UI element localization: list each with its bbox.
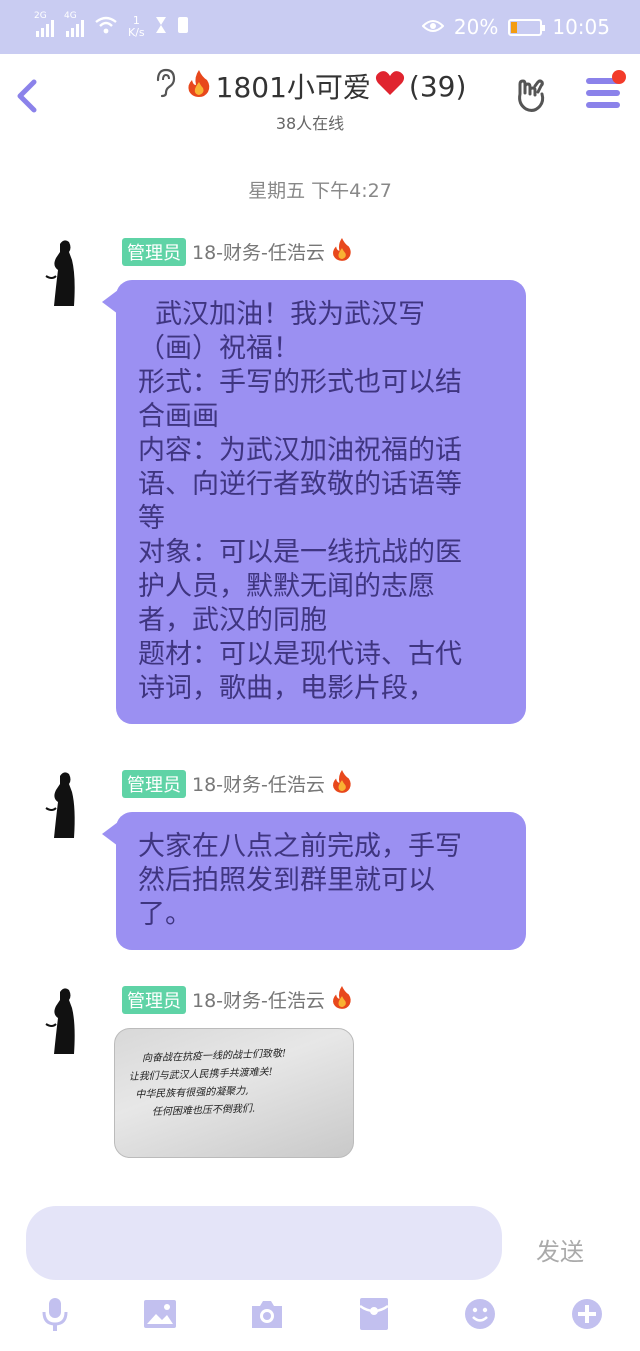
fire-icon: [331, 236, 353, 267]
admin-badge: 管理员: [122, 985, 186, 1014]
notification-dot: [612, 70, 626, 84]
message-bubble[interactable]: 大家在八点之前完成，手写 然后拍照发到群里就可以 了。: [102, 812, 526, 950]
send-button[interactable]: 发送: [536, 1232, 584, 1267]
group-name: 1801小可爱: [215, 71, 371, 104]
fire-icon: [331, 768, 353, 799]
eye-icon: [421, 15, 445, 39]
speed-unit: K/s: [128, 26, 145, 39]
network-type-label: 2G: [34, 11, 47, 21]
timestamp: 星期五 下午4:27: [248, 180, 392, 202]
network-speed: 1 K/s: [128, 15, 145, 39]
chat-header: 1801小可爱 (39) 38人在线: [0, 54, 640, 138]
heart-icon: [375, 69, 405, 104]
redpacket-icon: [359, 1298, 389, 1330]
member-count: (39): [408, 69, 467, 103]
fire-icon: [331, 984, 353, 1015]
sender-name[interactable]: 18-财务-任浩云: [192, 986, 325, 1013]
plus-icon: [572, 1299, 602, 1329]
wifi-icon: [94, 15, 118, 40]
mic-icon: [42, 1298, 68, 1331]
admin-badge: 管理员: [122, 769, 186, 798]
emoji-button[interactable]: [463, 1296, 497, 1332]
back-button[interactable]: [10, 76, 44, 116]
message-bubble[interactable]: 武汉加油！我为武汉写 （画）祝福！ 形式：手写的形式也可以结 合画画 内容：为武…: [102, 280, 526, 724]
sender-info: 管理员 18-财务-任浩云: [122, 768, 353, 799]
chat-title[interactable]: 1801小可爱 (39) 38人在线: [110, 66, 510, 134]
gesture-button[interactable]: [512, 76, 552, 116]
status-right: 20% 10:05: [421, 15, 610, 39]
sender-info: 管理员 18-财务-任浩云: [122, 984, 353, 1015]
status-bar: 2G 4G 1 K/s 20% 10:05: [0, 0, 640, 54]
sender-info: 管理员 18-财务-任浩云: [122, 236, 353, 267]
back-icon: [17, 79, 37, 113]
handwriting-photo[interactable]: 向奋战在抗疫一线的战士们致敬! 让我们与武汉人民携手共渡难关! 中华民族有很强的…: [114, 1028, 354, 1158]
sender-name[interactable]: 18-财务-任浩云: [192, 238, 325, 265]
admin-badge: 管理员: [122, 237, 186, 266]
redpacket-button[interactable]: [357, 1296, 391, 1332]
camera-icon: [252, 1301, 282, 1328]
signal-icon-2: 4G: [64, 11, 84, 37]
ear-icon: [154, 68, 176, 104]
input-toolbar: [0, 1296, 640, 1336]
sender-name[interactable]: 18-财务-任浩云: [192, 770, 325, 797]
online-count: 38人在线: [275, 114, 345, 133]
image-icon: [144, 1300, 176, 1328]
sim-icon: [177, 15, 189, 39]
avatar[interactable]: [36, 984, 94, 1054]
battery-icon: [508, 18, 546, 36]
group-title: 1801小可爱 (39): [110, 66, 510, 106]
avatar[interactable]: [36, 768, 94, 838]
clock: 10:05: [552, 15, 610, 39]
photo-text: 向奋战在抗疫一线的战士们致敬! 让我们与武汉人民携手共渡难关! 中华民族有很强的…: [128, 1043, 350, 1123]
message-input[interactable]: [26, 1206, 502, 1280]
image-button[interactable]: [143, 1296, 177, 1332]
status-left: 2G 4G 1 K/s: [34, 11, 189, 40]
mic-button[interactable]: [38, 1296, 72, 1332]
emoji-icon: [465, 1299, 495, 1329]
menu-button[interactable]: [586, 70, 626, 118]
fire-icon: [186, 68, 212, 104]
network-type-label: 4G: [64, 11, 77, 21]
camera-button[interactable]: [250, 1296, 284, 1332]
battery-percent: 20%: [453, 15, 499, 39]
hourglass-icon: [155, 15, 167, 39]
signal-icon-1: 2G: [34, 11, 54, 37]
gesture-icon: [518, 79, 545, 112]
plus-button[interactable]: [570, 1296, 604, 1332]
avatar[interactable]: [36, 236, 94, 306]
